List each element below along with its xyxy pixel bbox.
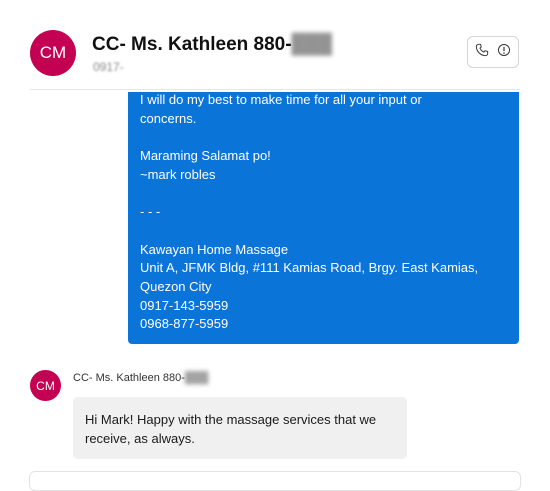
chat-title[interactable]: CC- Ms. Kathleen 880-███ (92, 34, 332, 56)
message-line: I will do my best to make time for all y… (140, 92, 422, 107)
message-line: ~mark robles (140, 166, 216, 182)
message-line: Kawayan Home Massage (140, 241, 289, 257)
message-line-blank (140, 184, 507, 203)
sender-name-text: CC- Ms. Kathleen 880- (73, 372, 185, 384)
info-icon[interactable] (497, 43, 511, 62)
sender-avatar-initials: CM (36, 378, 55, 393)
redacted-text: ███ (291, 34, 332, 55)
message-line: 0968-877-5959 (140, 316, 229, 332)
message-line: Unit A, JFMK Bldg, #111 Kamias Road, Brg… (140, 260, 479, 276)
phone-icon[interactable] (475, 43, 489, 62)
chat-title-text: CC- Ms. Kathleen 880- (92, 34, 292, 55)
message-composer[interactable] (29, 471, 521, 491)
message-line: - - - (140, 204, 161, 220)
chat-header: CM CC- Ms. Kathleen 880-███ 0917- (0, 0, 550, 90)
contact-avatar-initials: CM (39, 43, 67, 62)
redacted-text: ███ (184, 372, 209, 384)
contact-avatar[interactable]: CM (30, 30, 76, 76)
chat-subtitle: 0917- (93, 60, 124, 74)
message-line: Quezon City (140, 278, 212, 294)
incoming-message-bubble[interactable]: Hi Mark! Happy with the massage services… (73, 397, 407, 459)
message-line: 0917-143-5959 (140, 297, 229, 313)
outgoing-message-bubble[interactable]: I will do my best to make time for all y… (128, 92, 519, 344)
message-line-blank (140, 222, 507, 241)
call-button[interactable] (467, 36, 519, 68)
message-line: concerns. (140, 110, 197, 126)
header-divider (30, 89, 520, 90)
sender-name: CC- Ms. Kathleen 880-███ (73, 372, 208, 384)
message-line-blank (140, 128, 507, 147)
message-line: Maraming Salamat po! (140, 148, 271, 164)
sender-avatar[interactable]: CM (30, 370, 61, 401)
incoming-message-text: Hi Mark! Happy with the massage services… (85, 412, 377, 446)
